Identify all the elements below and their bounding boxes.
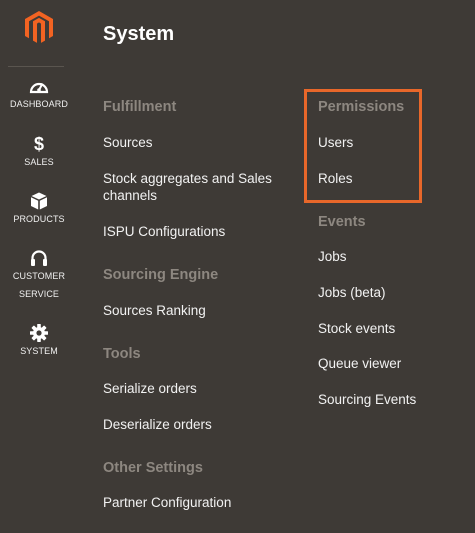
gauge-icon [29, 82, 49, 94]
section-title-tools: Tools [103, 346, 141, 362]
menu-link-serialize-orders[interactable]: Serialize orders [103, 380, 293, 397]
menu-link-jobs-beta[interactable]: Jobs (beta) [318, 284, 468, 301]
menu-link-deserialize-orders[interactable]: Deserialize orders [103, 416, 293, 433]
section-title-fulfillment: Fulfillment [103, 99, 177, 115]
menu-link-stock-aggregates[interactable]: Stock aggregates and Sales channels [103, 170, 293, 204]
admin-page: DASHBOARD $ SALES PRODUCTS CUSTOMER SERV… [0, 0, 475, 533]
section-title-other-settings: Other Settings [103, 460, 203, 476]
menu-link-ispu-configurations[interactable]: ISPU Configurations [103, 223, 293, 240]
cube-icon [31, 192, 47, 210]
nav-item-dashboard[interactable]: DASHBOARD [0, 77, 78, 113]
menu-link-queue-viewer[interactable]: Queue viewer [318, 355, 468, 372]
menu-link-partner-configuration[interactable]: Partner Configuration [103, 494, 293, 511]
nav-item-products[interactable]: PRODUCTS [0, 192, 78, 228]
nav-label-system: SYSTEM [20, 346, 58, 356]
section-title-permissions: Permissions [318, 99, 405, 115]
page-title: System [103, 23, 175, 45]
menu-link-stock-events[interactable]: Stock events [318, 320, 468, 337]
menu-link-users[interactable]: Users [318, 134, 468, 151]
dollar-icon: $ [33, 134, 44, 154]
nav-label-customer-service: CUSTOMER SERVICE [12, 271, 66, 299]
nav-item-system[interactable]: SYSTEM [0, 324, 78, 360]
magento-logo-icon [25, 11, 53, 43]
headset-icon [31, 250, 47, 266]
magento-logo[interactable] [25, 11, 53, 44]
menu-link-jobs[interactable]: Jobs [318, 248, 468, 265]
nav-divider [8, 66, 64, 67]
gear-icon [30, 324, 48, 342]
section-title-events: Events [318, 214, 366, 230]
nav-item-sales[interactable]: $ SALES [0, 135, 78, 171]
section-title-sourcing-engine: Sourcing Engine [103, 267, 219, 283]
admin-sidebar: DASHBOARD $ SALES PRODUCTS CUSTOMER SERV… [0, 0, 78, 533]
nav-label-products: PRODUCTS [13, 214, 65, 224]
menu-link-sources-ranking[interactable]: Sources Ranking [103, 302, 293, 319]
nav-label-sales: SALES [24, 157, 54, 167]
menu-link-sourcing-events[interactable]: Sourcing Events [318, 391, 468, 408]
menu-link-sources[interactable]: Sources [103, 134, 293, 151]
nav-label-dashboard: DASHBOARD [10, 99, 68, 109]
menu-link-roles[interactable]: Roles [318, 170, 468, 187]
nav-item-customer-service[interactable]: CUSTOMER SERVICE [0, 249, 78, 303]
